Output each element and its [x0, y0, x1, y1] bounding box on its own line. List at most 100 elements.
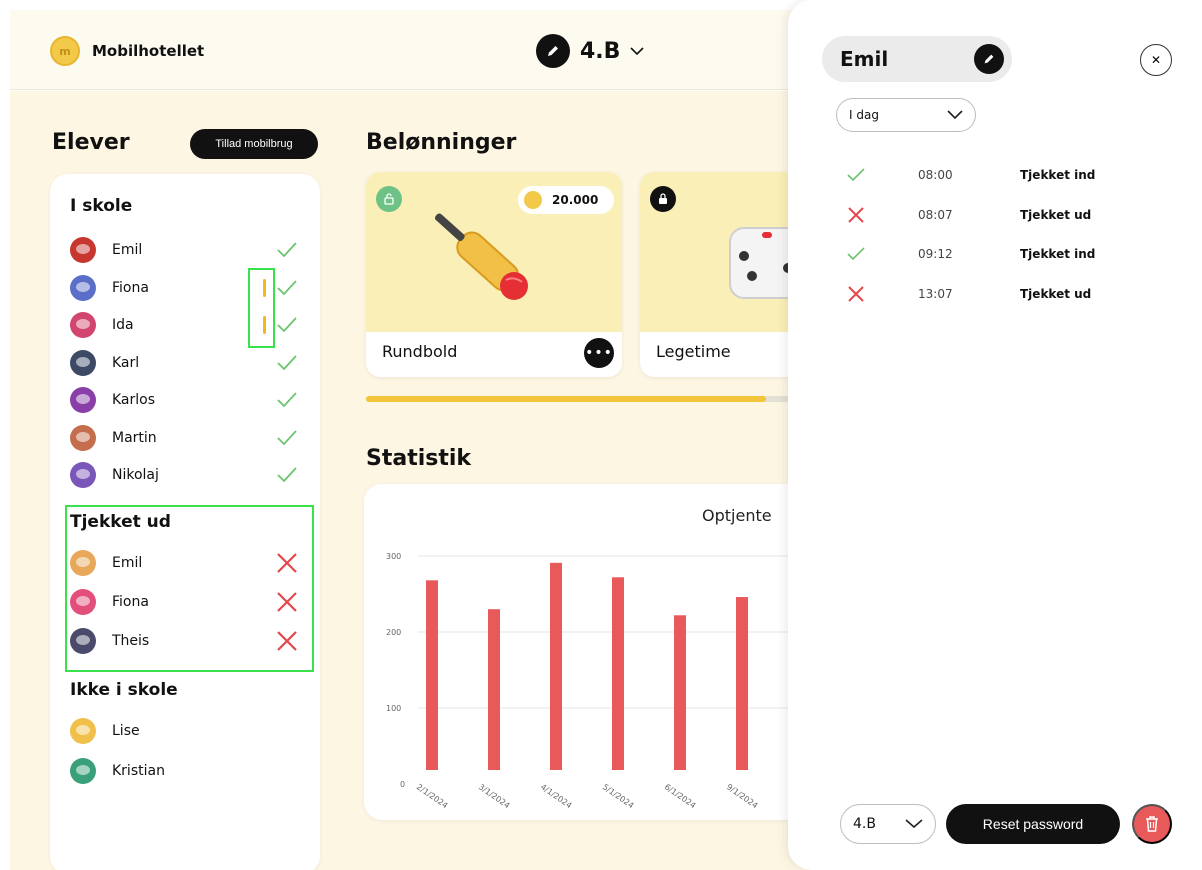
chart-bar — [488, 609, 500, 770]
reward-label: Rundbold — [382, 342, 458, 361]
reset-password-button[interactable]: Reset password — [946, 804, 1120, 844]
statistics-card: Optjente 0 100 200 300 2/1/2024 3/1/2024 4/1/2… — [364, 484, 804, 820]
student-row[interactable]: Karl — [70, 349, 300, 377]
group-title-in-school: I skole — [70, 196, 133, 216]
student-row[interactable]: Emil — [70, 236, 300, 264]
checkmark-icon — [846, 244, 866, 264]
students-title: Elever — [52, 130, 130, 155]
rewards-scrollbar[interactable] — [366, 396, 796, 402]
x-tick-label: 4/1/2024 — [539, 782, 574, 810]
close-panel-button[interactable]: ✕ — [1140, 44, 1172, 76]
log-time: 09:12 — [918, 247, 953, 261]
allow-phone-use-button[interactable]: Tillad mobilbrug — [190, 129, 318, 159]
edit-student-icon[interactable] — [974, 44, 1004, 74]
rewards-scrollbar-thumb[interactable] — [366, 396, 766, 402]
x-tick-label: 5/1/2024 — [601, 782, 636, 810]
delete-student-button[interactable] — [1132, 804, 1172, 844]
chart-bar — [426, 580, 438, 770]
avatar — [70, 274, 96, 301]
checkmark-icon — [274, 351, 300, 375]
checkmark-icon — [274, 276, 300, 300]
period-select[interactable]: I dag — [836, 98, 976, 132]
avatar — [70, 312, 96, 338]
chart-bar — [612, 577, 624, 770]
chevron-down-icon[interactable] — [630, 44, 645, 58]
reward-card-rundbold[interactable]: 20.000 Rundbold ••• — [366, 172, 622, 377]
student-name: Martin — [112, 429, 157, 446]
log-entry: 08:00 Tjekket ind — [846, 164, 1146, 186]
log-status: Tjekket ind — [1020, 247, 1096, 261]
class-switcher[interactable]: 4.B — [536, 34, 645, 68]
y-tick-label: 300 — [386, 552, 401, 561]
coin-logo-icon: m — [50, 36, 80, 66]
log-time: 08:00 — [918, 168, 953, 182]
log-status: Tjekket ud — [1020, 286, 1092, 301]
period-select-value: I dag — [849, 108, 879, 122]
student-row[interactable]: Nikolaj — [70, 461, 300, 489]
y-tick-label: 200 — [386, 628, 401, 637]
class-select-value: 4.B — [853, 816, 876, 832]
chevron-down-icon — [905, 819, 923, 829]
student-name: Karl — [112, 354, 140, 371]
chart-bar — [550, 562, 562, 770]
edit-class-icon[interactable] — [536, 34, 570, 68]
student-name: Fiona — [112, 279, 149, 296]
top-header: m Mobilhotellet 4.B — [10, 10, 810, 90]
locked-icon — [650, 186, 676, 212]
student-row[interactable]: Kristian — [70, 757, 300, 785]
log-entry: 08:07 Tjekket ud — [846, 204, 1146, 226]
checkmark-icon — [274, 426, 300, 450]
y-tick-label: 100 — [386, 704, 401, 713]
cross-icon — [846, 205, 866, 225]
coin-icon — [524, 191, 542, 209]
x-tick-label: 2/1/2024 — [415, 782, 450, 810]
class-select[interactable]: 4.B — [840, 804, 936, 844]
student-name: Karlos — [112, 392, 156, 408]
checkmark-icon — [274, 313, 300, 337]
student-name: Kristian — [112, 763, 165, 779]
log-entry: 09:12 Tjekket ind — [846, 243, 1146, 265]
student-name-pill: Emil — [822, 36, 1012, 82]
log-time: 13:07 — [918, 286, 953, 301]
checkmark-icon — [274, 388, 300, 412]
student-detail-panel: Emil ✕ I dag 08:00 Tjekket ind 08:07 Tjekke… — [788, 0, 1202, 870]
avatar — [70, 718, 96, 744]
x-tick-label: 3/1/2024 — [477, 782, 512, 810]
x-tick-label: 6/1/2024 — [663, 782, 698, 810]
x-tick-label: 9/1/2024 — [725, 782, 760, 810]
avatar — [70, 237, 96, 263]
more-options-icon[interactable]: ••• — [584, 338, 614, 368]
reward-card-legetime[interactable]: Legetime — [640, 172, 800, 377]
chevron-down-icon — [947, 110, 963, 120]
student-name: Nikolaj — [112, 467, 159, 483]
student-row[interactable]: Martin — [70, 424, 300, 452]
log-status: Tjekket ud — [1020, 207, 1092, 222]
group-title-not-in-school: Ikke i skole — [70, 680, 178, 700]
chart-bar — [674, 615, 686, 770]
avatar — [70, 387, 96, 413]
close-icon: ✕ — [1150, 53, 1162, 67]
avatar — [70, 758, 96, 784]
student-row[interactable]: Karlos — [70, 386, 300, 414]
highlight-checked-out-frame — [65, 505, 314, 672]
avatar — [70, 349, 96, 376]
chart-title: Optjente — [702, 506, 772, 525]
checkmark-icon — [274, 463, 300, 487]
log-entry: 13:07 Tjekket ud — [846, 283, 1146, 305]
reward-price-value: 20.000 — [552, 193, 599, 207]
checkmark-icon — [846, 165, 866, 185]
app-logo[interactable]: m Mobilhotellet — [50, 36, 204, 66]
log-status: Tjekket ind — [1020, 168, 1096, 182]
checkmark-icon — [274, 238, 300, 262]
student-row[interactable]: Lise — [70, 717, 300, 745]
student-name: Ida — [112, 317, 134, 333]
reward-price: 20.000 — [518, 186, 614, 214]
log-time: 08:07 — [918, 207, 953, 222]
highlight-flags-frame — [248, 268, 275, 348]
class-label: 4.B — [580, 38, 621, 64]
y-tick-label: 0 — [400, 780, 405, 789]
avatar — [70, 462, 96, 488]
statistics-title: Statistik — [366, 446, 472, 471]
student-name: Lise — [112, 723, 140, 739]
student-name: Emil — [112, 242, 143, 258]
